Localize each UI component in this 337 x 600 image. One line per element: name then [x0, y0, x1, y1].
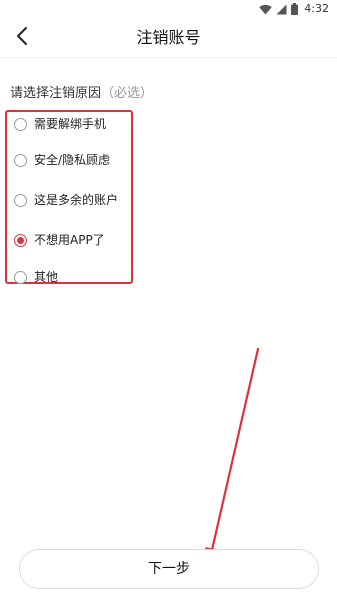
status-time: 4:32: [304, 2, 329, 15]
radio-icon[interactable]: [14, 193, 27, 207]
radio-icon[interactable]: [14, 117, 27, 131]
reason-option-no-longer-use[interactable]: 不想用APP了: [14, 230, 105, 250]
battery-icon: [291, 0, 299, 19]
reason-radio-group: 需要解绑手机 安全/隐私顾虑 这是多余的账户 不想用APP了 其他: [5, 110, 133, 284]
reason-label-text: 请选择注销原因: [10, 86, 102, 101]
radio-icon[interactable]: [14, 153, 27, 167]
signal-icon: [276, 0, 287, 19]
required-hint: （必选）: [101, 86, 154, 101]
reason-option-label: 不想用APP了: [34, 233, 105, 247]
reason-option-label: 其他: [34, 270, 59, 284]
reason-option-privacy[interactable]: 安全/隐私顾虑: [14, 150, 110, 170]
back-button[interactable]: [8, 24, 36, 52]
radio-dot: [17, 236, 24, 244]
status-icons: 4:32: [259, 2, 329, 16]
reason-option-label: 需要解绑手机: [34, 117, 107, 131]
app-header: 注销账号: [0, 18, 337, 58]
radio-icon[interactable]: [14, 270, 27, 284]
reason-option-redundant-account[interactable]: 这是多余的账户: [14, 190, 118, 210]
reason-option-label: 安全/隐私顾虑: [34, 153, 111, 167]
reason-section-label: 请选择注销原因（必选）: [10, 85, 153, 103]
wifi-icon: [259, 0, 272, 19]
radio-checked-icon[interactable]: [14, 233, 27, 247]
reason-option-label: 这是多余的账户: [34, 193, 119, 207]
reason-option-unbind-phone[interactable]: 需要解绑手机: [14, 114, 106, 134]
page-title: 注销账号: [136, 28, 201, 47]
chevron-left-icon: [16, 26, 28, 50]
reason-option-other[interactable]: 其他: [14, 267, 58, 287]
next-button[interactable]: 下一步: [19, 549, 319, 589]
status-bar: 4:32: [0, 0, 337, 18]
